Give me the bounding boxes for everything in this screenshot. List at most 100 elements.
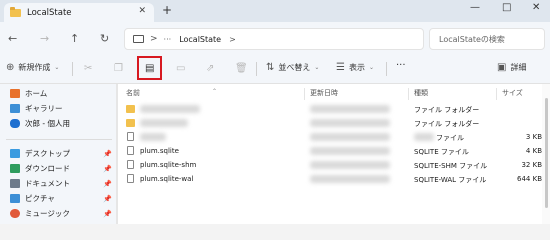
sort-caret-icon: ⌃ [212,88,218,95]
scrollbar-thumb[interactable] [545,98,548,208]
new-button-label: 新規作成 [18,63,51,72]
column-separator[interactable] [408,88,409,100]
title-bar: LocalState ✕ + — □ ✕ [0,0,550,22]
details-pane-icon: ▣ [497,62,507,73]
address-field[interactable]: > ··· LocalState > [124,28,424,50]
breadcrumb-localstate[interactable]: LocalState [179,35,221,44]
pin-icon: 📌 [103,179,112,188]
rename-icon[interactable]: ▭ [176,63,185,74]
tab-title: LocalState [27,7,72,18]
toolbar-divider [386,62,387,76]
sidebar-item-gallery[interactable]: ギャラリー [10,103,63,114]
back-arrow-icon[interactable]: ← [8,32,17,45]
column-header-size[interactable]: サイズ [502,88,523,98]
download-icon [10,164,20,173]
table-row[interactable]: ファイル 3 KB [118,130,550,144]
refresh-icon[interactable]: ↻ [100,32,109,45]
cut-icon[interactable]: ✂ [84,63,92,74]
see-more-button[interactable]: ··· [396,60,406,71]
folder-icon [10,6,21,17]
view-list-icon: ☰ [336,62,345,73]
folder-icon [126,119,135,127]
file-type: SQLITE-WAL ファイル [414,176,487,184]
sidebar-item-music[interactable]: ミュージック 📌 [10,208,112,219]
column-header-type[interactable]: 種類 [414,88,428,98]
sidebar-item-label: デスクトップ [25,149,70,158]
new-button[interactable]: ⊕ 新規作成 ⌄ [6,62,59,73]
maximize-button[interactable]: □ [502,2,511,13]
folder-icon [126,105,135,113]
sidebar-item-label: ピクチャ [25,194,55,203]
column-separator[interactable] [304,88,305,100]
file-size: 644 KB [517,175,542,183]
file-name: plum.sqlite [140,147,179,155]
new-tab-button[interactable]: + [162,3,172,17]
home-icon [10,89,20,98]
column-separator[interactable] [496,88,497,100]
file-type: ファイル [436,134,464,142]
monitor-icon [133,35,144,43]
breadcrumb-separator: > [150,34,158,44]
tab-localstate[interactable]: LocalState ✕ [4,3,154,22]
column-header-name[interactable]: 名前 [126,88,140,98]
chevron-down-icon: ⌄ [368,64,374,71]
file-list-scrollbar[interactable] [542,84,550,224]
table-row[interactable]: ファイル フォルダー [118,102,550,116]
sidebar-item-downloads[interactable]: ダウンロード 📌 [10,163,112,174]
breadcrumb-overflow[interactable]: ··· [164,35,172,44]
file-size: 4 KB [525,147,542,155]
table-row[interactable]: plum.sqlite-wal SQLITE-WAL ファイル 644 KB [118,172,550,186]
delete-icon[interactable]: 🗑 [235,63,248,74]
file-size: 32 KB [521,161,542,169]
file-size: 3 KB [525,133,542,141]
sidebar-item-home[interactable]: ホーム [10,88,47,99]
breadcrumb-chevron-icon[interactable]: > [229,35,236,44]
pin-icon: 📌 [103,194,112,203]
sidebar-item-label: ホーム [25,89,48,98]
file-list: ⌃ 名前 更新日時 種類 サイズ ファイル フォルダー ファイル フォルダー フ… [118,84,550,224]
search-placeholder: LocalStateの検索 [439,34,505,44]
sidebar-divider [6,139,112,140]
desktop-icon [10,149,20,158]
sidebar-item-label: ミュージック [25,209,70,218]
file-icon [127,132,134,141]
sidebar-item-label: ダウンロード [25,164,70,173]
close-tab-icon[interactable]: ✕ [138,6,146,16]
sidebar-item-onedrive[interactable]: 次郎 - 個人用 [10,118,70,129]
table-row[interactable]: ファイル フォルダー [118,116,550,130]
file-type: ファイル フォルダー [414,120,480,128]
view-button[interactable]: ☰ 表示 ⌄ [336,62,374,73]
file-type: SQLITE-SHM ファイル [414,162,488,170]
music-icon [10,209,20,218]
pin-icon: 📌 [103,164,112,173]
file-name: plum.sqlite-shm [140,161,197,169]
sidebar-item-desktop[interactable]: デスクトップ 📌 [10,148,112,159]
sort-button[interactable]: ⇅ 並べ替え ⌄ [266,62,319,73]
redacted-date [310,119,390,127]
file-icon [127,160,134,169]
redacted-type-prefix [414,133,434,141]
minimize-button[interactable]: — [470,2,480,13]
cloud-icon [10,119,20,128]
close-button[interactable]: ✕ [532,2,540,13]
toolbar-divider [256,62,257,76]
redacted-name [140,119,188,127]
share-icon[interactable]: ⇗ [206,63,214,74]
up-arrow-icon[interactable]: ↑ [70,32,79,45]
redacted-name [140,105,200,113]
sidebar-item-label: ギャラリー [25,104,63,113]
search-input[interactable]: LocalStateの検索 [429,28,545,50]
chevron-down-icon: ⌄ [54,64,60,71]
table-row[interactable]: plum.sqlite-shm SQLITE-SHM ファイル 32 KB [118,158,550,172]
sidebar-item-pictures[interactable]: ピクチャ 📌 [10,193,112,204]
copy-icon[interactable]: ❐ [114,63,123,74]
forward-arrow-icon[interactable]: → [40,32,49,45]
sidebar-item-documents[interactable]: ドキュメント 📌 [10,178,112,189]
column-header-modified[interactable]: 更新日時 [310,88,338,98]
table-row[interactable]: plum.sqlite SQLITE ファイル 4 KB [118,144,550,158]
document-icon [10,179,20,188]
redacted-date [310,133,390,141]
details-button[interactable]: ▣ 詳細 [497,62,526,73]
sort-icon: ⇅ [266,62,275,73]
toolbar-divider [72,62,73,76]
